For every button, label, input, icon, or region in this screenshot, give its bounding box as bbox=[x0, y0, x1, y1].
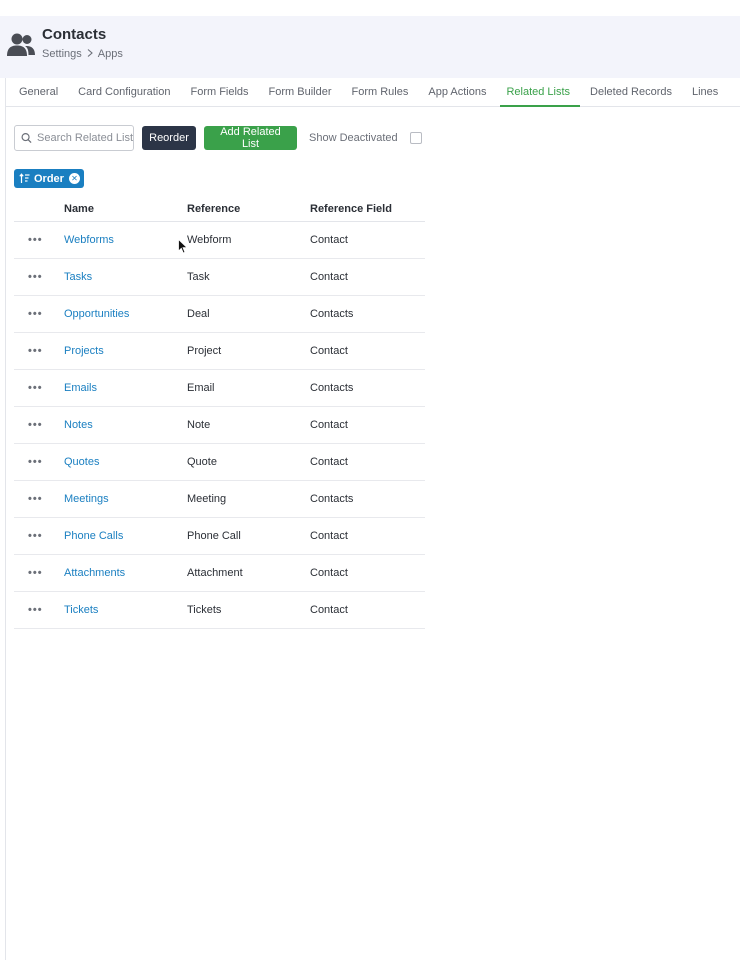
row-name-link[interactable]: Meetings bbox=[64, 493, 187, 505]
row-reference: Email bbox=[187, 382, 215, 394]
table-row: ••• Attachments Attachment Contact bbox=[14, 555, 425, 592]
search-input[interactable] bbox=[37, 132, 133, 144]
row-name-link[interactable]: Attachments bbox=[64, 567, 187, 579]
row-reference: Task bbox=[187, 271, 210, 283]
reorder-button[interactable]: Reorder bbox=[142, 126, 196, 150]
row-menu-icon[interactable]: ••• bbox=[14, 456, 64, 468]
row-reference: Meeting bbox=[187, 493, 227, 505]
table-body: ••• Webforms Webform Contact ••• Tasks Task Con… bbox=[14, 222, 425, 629]
row-reference: Deal bbox=[187, 308, 210, 320]
breadcrumb-settings[interactable]: Settings bbox=[42, 48, 82, 60]
tab-card-configuration[interactable]: Card Configuration bbox=[68, 86, 180, 106]
row-reference-field: Contact bbox=[310, 530, 348, 542]
sort-icon bbox=[19, 173, 30, 183]
page-header: Contacts Settings Apps bbox=[0, 16, 740, 78]
tab-form-builder[interactable]: Form Builder bbox=[259, 86, 342, 106]
column-header-reference[interactable]: Reference bbox=[187, 203, 310, 215]
row-menu-icon[interactable]: ••• bbox=[14, 271, 64, 283]
row-reference: Quote bbox=[187, 456, 217, 468]
row-reference: Project bbox=[187, 345, 222, 357]
row-reference-field: Contact bbox=[310, 604, 348, 616]
tab-form-fields[interactable]: Form Fields bbox=[180, 86, 258, 106]
row-name-link[interactable]: Quotes bbox=[64, 456, 187, 468]
tab-general[interactable]: General bbox=[9, 86, 68, 106]
row-reference-field: Contact bbox=[310, 419, 348, 431]
tab-form-rules[interactable]: Form Rules bbox=[342, 86, 419, 106]
row-reference: Phone Call bbox=[187, 530, 241, 542]
table-header: Name Reference Reference Field bbox=[14, 197, 425, 222]
tab-app-actions[interactable]: App Actions bbox=[418, 86, 496, 106]
row-menu-icon[interactable]: ••• bbox=[14, 493, 64, 505]
row-menu-icon[interactable]: ••• bbox=[14, 234, 64, 246]
row-reference-field: Contacts bbox=[310, 493, 354, 505]
page-title: Contacts bbox=[42, 26, 107, 43]
row-reference-field: Contacts bbox=[310, 382, 354, 394]
breadcrumb-apps[interactable]: Apps bbox=[98, 48, 123, 60]
row-menu-icon[interactable]: ••• bbox=[14, 382, 64, 394]
table-row: ••• Tasks Task Contact bbox=[14, 259, 425, 296]
table-row: ••• Quotes Quote Contact bbox=[14, 444, 425, 481]
row-menu-icon[interactable]: ••• bbox=[14, 530, 64, 542]
table-row: ••• Emails Email Contacts bbox=[14, 370, 425, 407]
tab-bar: General Card Configuration Form Fields F… bbox=[6, 78, 740, 107]
show-deactivated-label: Show Deactivated bbox=[309, 132, 398, 144]
column-header-name[interactable]: Name bbox=[64, 203, 187, 215]
row-reference-field: Contact bbox=[310, 234, 348, 246]
table-row: ••• Projects Project Contact bbox=[14, 333, 425, 370]
add-related-list-button[interactable]: Add Related List bbox=[204, 126, 297, 150]
row-reference-field: Contacts bbox=[310, 308, 354, 320]
main-panel: General Card Configuration Form Fields F… bbox=[5, 78, 740, 960]
table-row: ••• Webforms Webform Contact bbox=[14, 222, 425, 259]
row-name-link[interactable]: Emails bbox=[64, 382, 187, 394]
row-name-link[interactable]: Notes bbox=[64, 419, 187, 431]
row-menu-icon[interactable]: ••• bbox=[14, 308, 64, 320]
chevron-right-icon bbox=[87, 48, 93, 60]
users-icon bbox=[7, 33, 35, 56]
row-name-link[interactable]: Opportunities bbox=[64, 308, 187, 320]
order-filter-chip[interactable]: Order ✕ bbox=[14, 169, 84, 188]
show-deactivated-checkbox[interactable] bbox=[409, 132, 422, 144]
breadcrumb: Settings Apps bbox=[42, 48, 123, 60]
row-reference: Attachment bbox=[187, 567, 243, 579]
table-row: ••• Meetings Meeting Contacts bbox=[14, 481, 425, 518]
row-reference-field: Contact bbox=[310, 345, 348, 357]
mouse-cursor-icon bbox=[178, 239, 188, 254]
row-reference: Webform bbox=[187, 234, 232, 246]
header-titles: Contacts Settings Apps bbox=[42, 26, 123, 60]
table-row: ••• Phone Calls Phone Call Contact bbox=[14, 518, 425, 555]
search-box bbox=[14, 125, 134, 151]
column-header-reference-field[interactable]: Reference Field bbox=[310, 203, 425, 215]
table-row: ••• Notes Note Contact bbox=[14, 407, 425, 444]
row-name-link[interactable]: Tickets bbox=[64, 604, 187, 616]
row-reference-field: Contact bbox=[310, 456, 348, 468]
row-menu-icon[interactable]: ••• bbox=[14, 419, 64, 431]
related-lists-table: Name Reference Reference Field ••• Webfor… bbox=[14, 197, 425, 629]
row-name-link[interactable]: Projects bbox=[64, 345, 187, 357]
filter-chip-label: Order bbox=[34, 172, 64, 185]
row-menu-icon[interactable]: ••• bbox=[14, 345, 64, 357]
close-icon[interactable]: ✕ bbox=[68, 173, 80, 184]
row-name-link[interactable]: Tasks bbox=[64, 271, 187, 283]
row-reference-field: Contact bbox=[310, 567, 348, 579]
table-row: ••• Opportunities Deal Contacts bbox=[14, 296, 425, 333]
row-reference-field: Contact bbox=[310, 271, 348, 283]
row-name-link[interactable]: Phone Calls bbox=[64, 530, 187, 542]
row-reference: Tickets bbox=[187, 604, 222, 616]
tab-related-lists[interactable]: Related Lists bbox=[496, 86, 580, 107]
top-strip bbox=[0, 0, 740, 16]
tab-lines[interactable]: Lines bbox=[682, 86, 728, 106]
table-row: ••• Tickets Tickets Contact bbox=[14, 592, 425, 629]
tab-deleted-records[interactable]: Deleted Records bbox=[580, 86, 682, 106]
toolbar: Reorder Add Related List Show Deactivate… bbox=[14, 125, 422, 151]
search-icon bbox=[21, 133, 32, 144]
row-name-link[interactable]: Webforms bbox=[64, 234, 187, 246]
row-menu-icon[interactable]: ••• bbox=[14, 567, 64, 579]
row-reference: Note bbox=[187, 419, 211, 431]
row-menu-icon[interactable]: ••• bbox=[14, 604, 64, 616]
